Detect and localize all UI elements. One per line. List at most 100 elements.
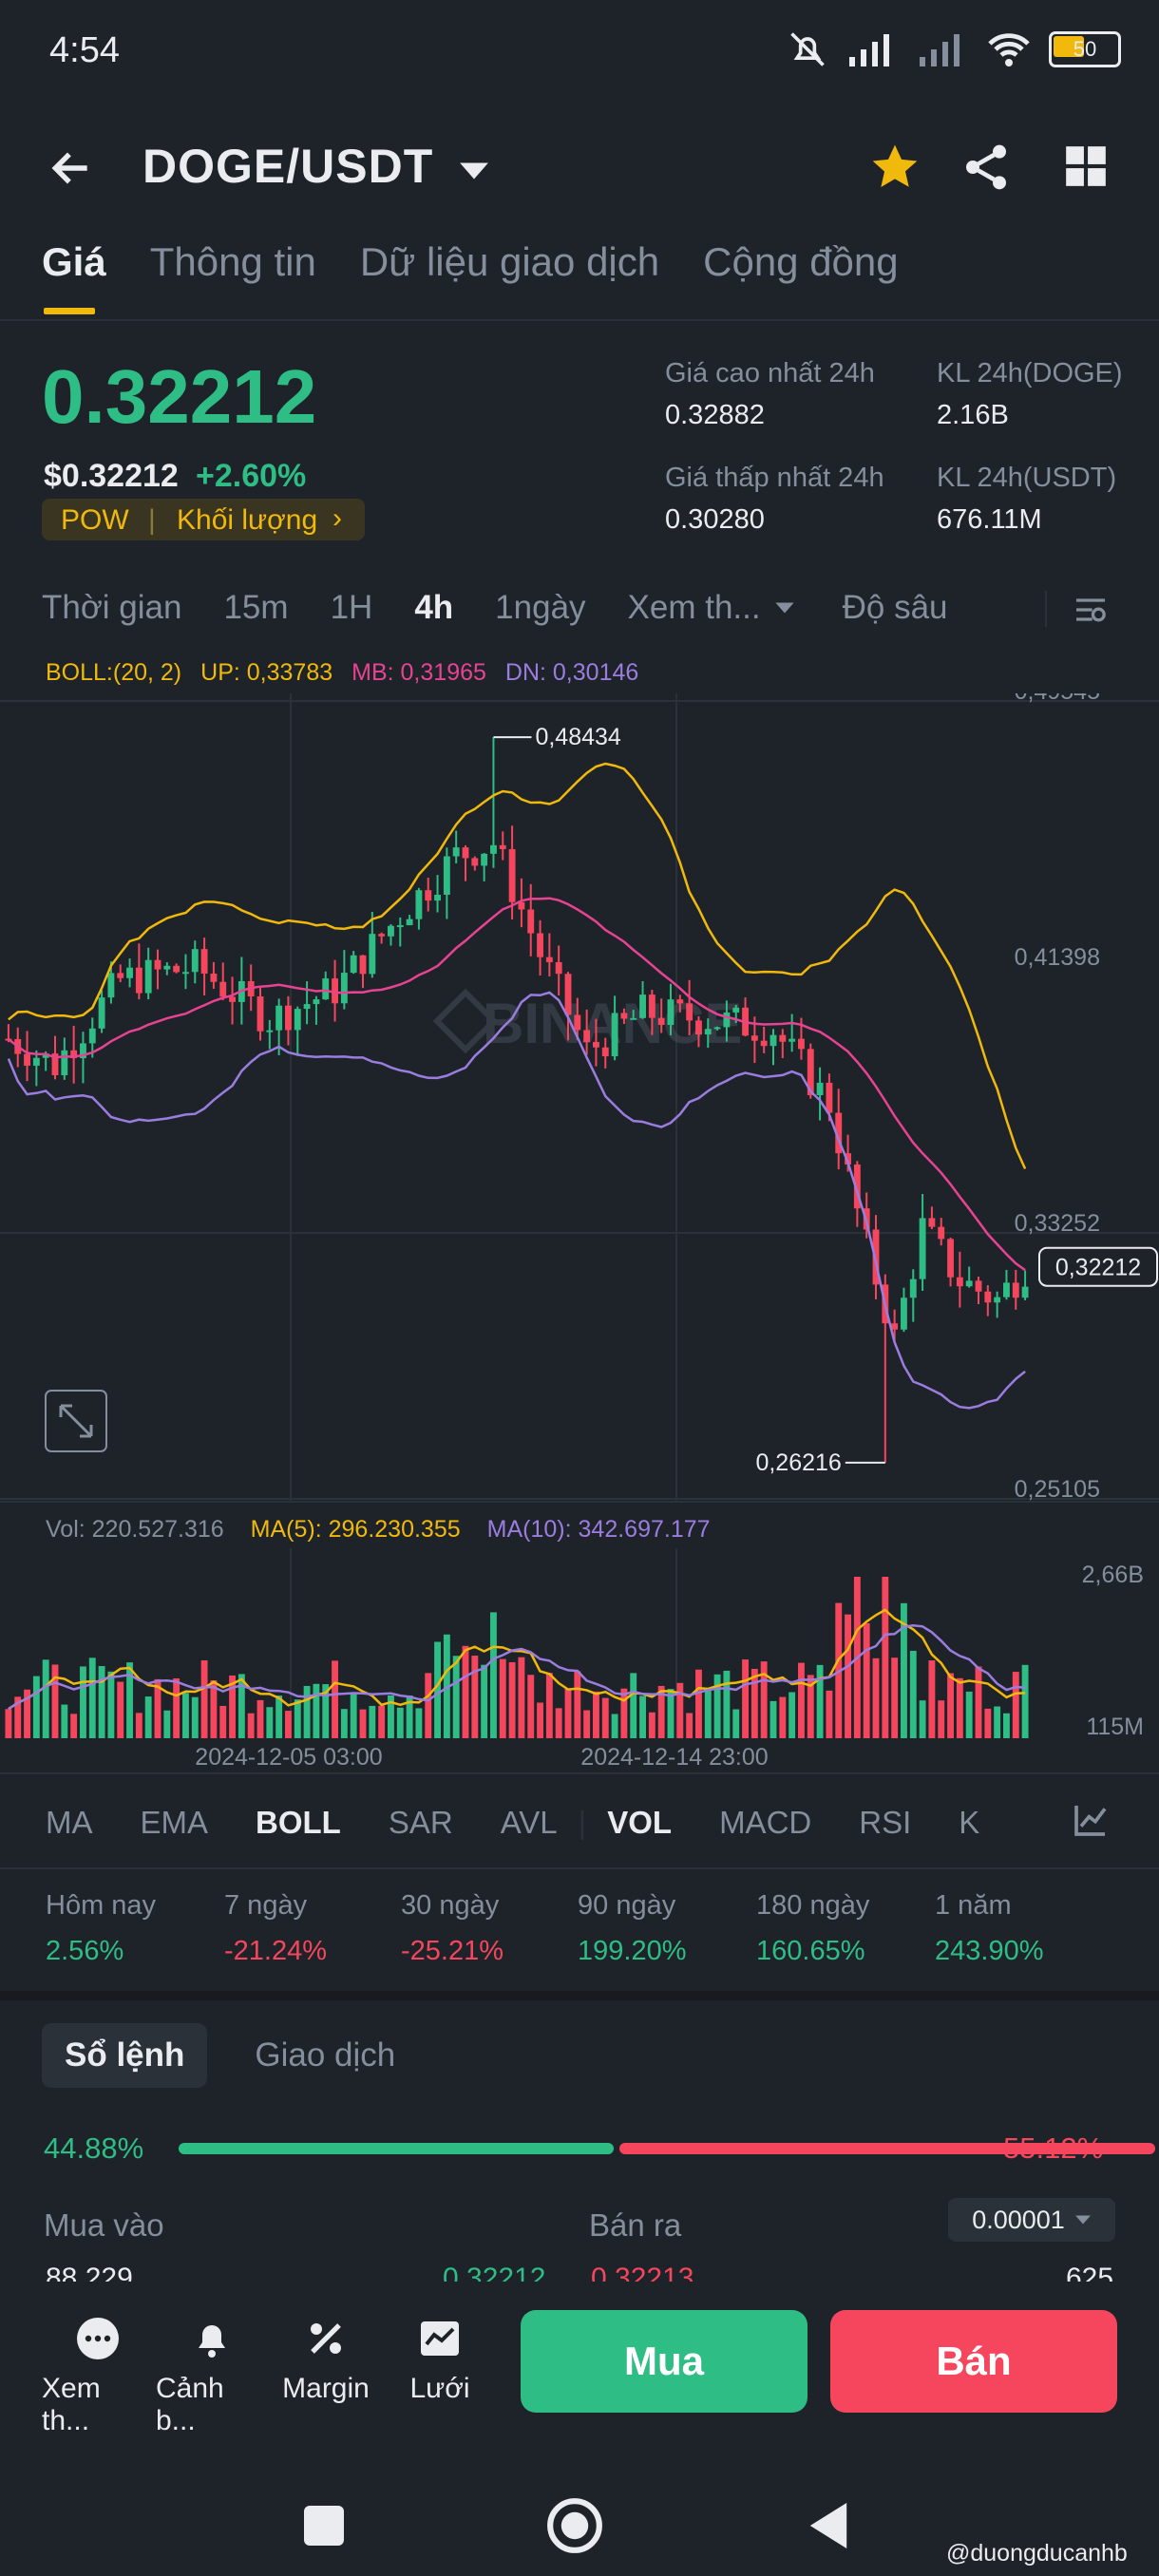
back-arrow-icon[interactable] xyxy=(48,144,95,192)
indicator-k[interactable]: K xyxy=(959,1805,979,1841)
action-grid[interactable]: Lưới xyxy=(384,2316,496,2437)
perf-label: Hôm nay xyxy=(46,1890,157,1921)
interval-more[interactable]: Xem th... xyxy=(628,589,761,627)
sell-button[interactable]: Bán xyxy=(830,2310,1117,2413)
tab-price[interactable]: Giá xyxy=(42,239,106,314)
battery-icon: 50 xyxy=(1049,31,1121,67)
candle xyxy=(938,1226,945,1240)
tab-orderbook[interactable]: Sổ lệnh xyxy=(42,2023,208,2088)
candle xyxy=(154,959,162,970)
share-icon[interactable] xyxy=(960,141,1013,194)
volume-bar xyxy=(518,1657,525,1738)
pair-title[interactable]: DOGE/USDT xyxy=(142,139,433,194)
volume-bar xyxy=(135,1713,142,1738)
perf-label: 90 ngày xyxy=(578,1890,676,1921)
indicator-rsi[interactable]: RSI xyxy=(859,1805,911,1841)
tag-pow[interactable]: POW xyxy=(61,504,129,537)
indicator-avl[interactable]: AVL xyxy=(501,1805,558,1841)
tab-trading-data[interactable]: Dữ liệu giao dịch xyxy=(360,239,659,285)
vol-quote-label: KL 24h(USDT) xyxy=(937,463,1117,493)
volume-bar xyxy=(779,1696,787,1738)
indicator-macd[interactable]: MACD xyxy=(719,1805,811,1841)
candle xyxy=(928,1218,936,1227)
grid-icon[interactable] xyxy=(1062,142,1110,190)
signal-icon xyxy=(849,34,889,66)
candle xyxy=(826,1082,833,1113)
candle xyxy=(545,957,553,962)
candlestick-chart[interactable]: BINANCE 0,49545 0,41398 0,33252 0,25105 … xyxy=(0,693,1159,1501)
indicator-sar[interactable]: SAR xyxy=(389,1805,453,1841)
status-time: 4:54 xyxy=(49,30,120,70)
star-icon[interactable] xyxy=(868,141,922,194)
interval-bar: Thời gian 15m 1H 4h 1ngày Xem th... Độ s… xyxy=(42,589,990,627)
indicator-separator: | xyxy=(578,1805,587,1840)
interval-time[interactable]: Thời gian xyxy=(42,589,181,627)
action-alert[interactable]: Cảnh b... xyxy=(156,2316,268,2437)
candle xyxy=(695,1020,702,1035)
indicator-ema[interactable]: EMA xyxy=(141,1805,209,1841)
action-more[interactable]: Xem th... xyxy=(42,2316,154,2437)
candles xyxy=(5,737,1029,1463)
interval-1h[interactable]: 1H xyxy=(331,589,373,627)
depth-tab[interactable]: Độ sâu xyxy=(843,589,948,627)
indicator-settings-icon[interactable] xyxy=(1072,1801,1110,1839)
interval-15m[interactable]: 15m xyxy=(223,589,288,627)
indicator-row: MA EMA BOLL SAR AVL | VOL MACD RSI K xyxy=(46,1805,979,1841)
orderbook-row[interactable]: 88.229 0.32212 0.32213 625 xyxy=(0,2261,1159,2282)
tab-trades[interactable]: Giao dịch xyxy=(232,2023,418,2088)
recent-apps-icon[interactable] xyxy=(304,2506,344,2546)
caret-down-icon[interactable] xyxy=(774,600,795,616)
chart-settings-icon[interactable] xyxy=(1072,591,1110,629)
candle xyxy=(135,967,142,994)
volume-bar xyxy=(471,1656,479,1738)
action-margin[interactable]: Margin xyxy=(270,2316,382,2437)
candle xyxy=(620,1013,628,1019)
date-label-1: 2024-12-05 03:00 xyxy=(195,1744,382,1771)
tab-info[interactable]: Thông tin xyxy=(150,239,316,285)
perf-value: -21.24% xyxy=(224,1936,328,1966)
candle xyxy=(107,973,115,998)
buy-ratio: 44.88% xyxy=(44,2131,144,2165)
candle xyxy=(1021,1286,1029,1298)
back-nav-icon[interactable] xyxy=(806,2500,851,2551)
volume-bar xyxy=(425,1673,432,1738)
candle xyxy=(947,1239,954,1278)
vol-base-value: 2.16B xyxy=(937,400,1009,430)
indicator-ma[interactable]: MA xyxy=(46,1805,93,1841)
buy-button[interactable]: Mua xyxy=(521,2310,808,2413)
caret-down-icon[interactable] xyxy=(458,160,490,182)
precision-select[interactable]: 0.00001 xyxy=(948,2198,1115,2242)
candle xyxy=(686,1003,694,1021)
section-divider xyxy=(0,1991,1159,2000)
candle xyxy=(378,934,386,937)
action-margin-label: Margin xyxy=(282,2373,370,2404)
row-sell-qty: 625 xyxy=(1066,2263,1114,2282)
candle xyxy=(555,961,562,975)
perf-value: 2.56% xyxy=(46,1936,124,1966)
volume-bar xyxy=(788,1692,796,1738)
interval-1d[interactable]: 1ngày xyxy=(495,589,585,627)
volume-bar xyxy=(686,1713,694,1738)
candle xyxy=(639,994,646,1018)
indicator-boll[interactable]: BOLL xyxy=(256,1805,341,1841)
candle xyxy=(117,973,124,978)
tab-community[interactable]: Cộng đồng xyxy=(703,239,899,285)
candle xyxy=(770,1034,777,1047)
indicator-vol[interactable]: VOL xyxy=(607,1805,672,1841)
boll-dn: DN: 0,30146 xyxy=(504,659,639,686)
candle xyxy=(909,1279,917,1298)
tag-volume[interactable]: Khối lượng xyxy=(177,504,317,537)
volume-bar xyxy=(611,1714,618,1738)
home-icon[interactable] xyxy=(545,2496,604,2555)
precision-value: 0.00001 xyxy=(972,2205,1065,2234)
candle xyxy=(564,974,572,1015)
expand-icon[interactable] xyxy=(45,1390,107,1452)
volume-bar xyxy=(564,1688,572,1738)
candle xyxy=(191,949,199,973)
buy-ratio-bar xyxy=(179,2143,615,2154)
candle xyxy=(760,1040,768,1047)
volume-bar xyxy=(144,1696,152,1738)
interval-4h[interactable]: 4h xyxy=(414,589,453,627)
tag-bar[interactable]: POW | Khối lượng › xyxy=(42,499,365,540)
candle xyxy=(182,972,189,975)
